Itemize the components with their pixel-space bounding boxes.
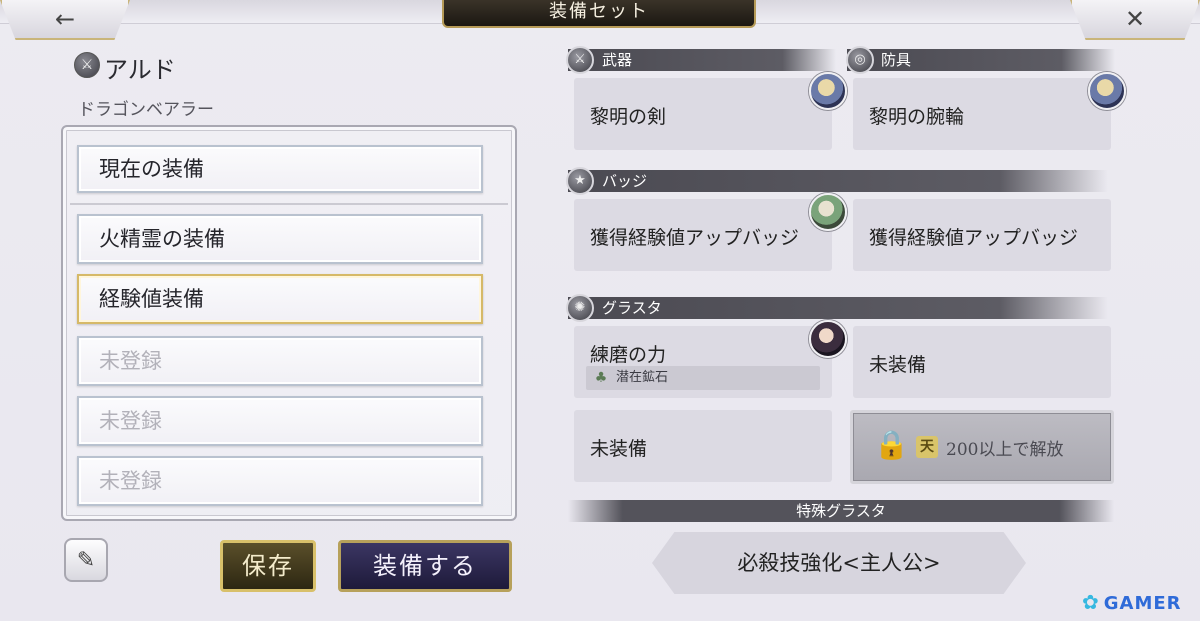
preset-item-empty[interactable]: 未登録 bbox=[77, 336, 483, 386]
rename-button[interactable]: ✎ bbox=[64, 538, 108, 582]
equip-button[interactable]: 装備する bbox=[338, 540, 512, 592]
preset-item-empty[interactable]: 未登録 bbox=[77, 396, 483, 446]
character-portrait-icon bbox=[809, 193, 847, 231]
grasta-slot-empty[interactable]: 未装備 bbox=[574, 410, 832, 482]
weapon-name: 黎明の剣 bbox=[590, 106, 667, 128]
grasta-header-label: グラスタ bbox=[602, 299, 662, 317]
armor-icon: ◎ bbox=[846, 46, 874, 74]
badge-header: バッジ bbox=[568, 170, 1108, 192]
character-portrait-icon bbox=[1088, 72, 1126, 110]
sword-icon: ⚔ bbox=[566, 46, 594, 74]
preset-current-equipment[interactable]: 現在の装備 bbox=[77, 145, 483, 193]
back-button[interactable]: ← bbox=[0, 0, 130, 40]
sword-type-icon: ⚔ bbox=[74, 52, 100, 78]
watermark-flower-icon: ✿ bbox=[1082, 590, 1100, 614]
preset-divider bbox=[70, 203, 508, 205]
unlock-condition-text: 200以上で解放 bbox=[946, 440, 1064, 460]
ore-icon: ♣ bbox=[594, 370, 608, 386]
preset-item[interactable]: 火精霊の装備 bbox=[77, 214, 483, 264]
armor-slot[interactable]: 黎明の腕輪 bbox=[853, 78, 1111, 150]
character-name: アルド bbox=[104, 56, 176, 84]
special-grasta-header: 特殊グラスタ bbox=[568, 500, 1114, 522]
character-title: ドラゴンベアラー bbox=[78, 100, 214, 120]
grasta-empty-label: 未装備 bbox=[869, 354, 927, 376]
weapon-slot[interactable]: 黎明の剣 bbox=[574, 78, 832, 150]
grasta-slot-empty[interactable]: 未装備 bbox=[853, 326, 1111, 398]
preset-item-selected[interactable]: 経験値装備 bbox=[77, 274, 483, 324]
feather-pen-icon: ✎ bbox=[76, 547, 96, 573]
back-arrow-icon: ← bbox=[54, 5, 76, 33]
grasta-icon: ✺ bbox=[566, 294, 594, 322]
save-button[interactable]: 保存 bbox=[220, 540, 316, 592]
badge-name: 獲得経験値アップバッジ bbox=[869, 227, 1079, 249]
badge-slot[interactable]: 獲得経験値アップバッジ bbox=[574, 199, 832, 271]
grasta-header: グラスタ bbox=[568, 297, 1108, 319]
weapon-header: 武器 bbox=[568, 49, 836, 71]
close-icon: ✕ bbox=[1124, 5, 1146, 33]
heaven-rank-icon: 天 bbox=[916, 436, 938, 458]
lock-icon: 🔒 bbox=[874, 428, 909, 461]
star-badge-icon: ★ bbox=[566, 167, 594, 195]
grasta-empty-label: 未装備 bbox=[590, 438, 648, 460]
badge-header-label: バッジ bbox=[602, 172, 648, 190]
badge-name: 獲得経験値アップバッジ bbox=[590, 227, 800, 249]
page-title: 装備セット bbox=[442, 0, 756, 28]
weapon-header-label: 武器 bbox=[602, 51, 633, 69]
close-button[interactable]: ✕ bbox=[1070, 0, 1200, 40]
preset-item-empty[interactable]: 未登録 bbox=[77, 456, 483, 506]
special-grasta-slot[interactable]: 必殺技強化<主人公> bbox=[652, 532, 1026, 594]
character-portrait-icon bbox=[809, 72, 847, 110]
grasta-name: 練磨の力 bbox=[590, 344, 667, 366]
watermark-logo: ✿ GAMER bbox=[1082, 590, 1182, 614]
armor-name: 黎明の腕輪 bbox=[869, 106, 965, 128]
armor-header-label: 防具 bbox=[881, 51, 912, 69]
watermark-text: GAMER bbox=[1103, 593, 1182, 614]
armor-header: 防具 bbox=[847, 49, 1115, 71]
badge-slot[interactable]: 獲得経験値アップバッジ bbox=[853, 199, 1111, 271]
character-portrait-icon bbox=[809, 320, 847, 358]
grasta-subtype-tag: 潜在鉱石 bbox=[586, 366, 820, 390]
